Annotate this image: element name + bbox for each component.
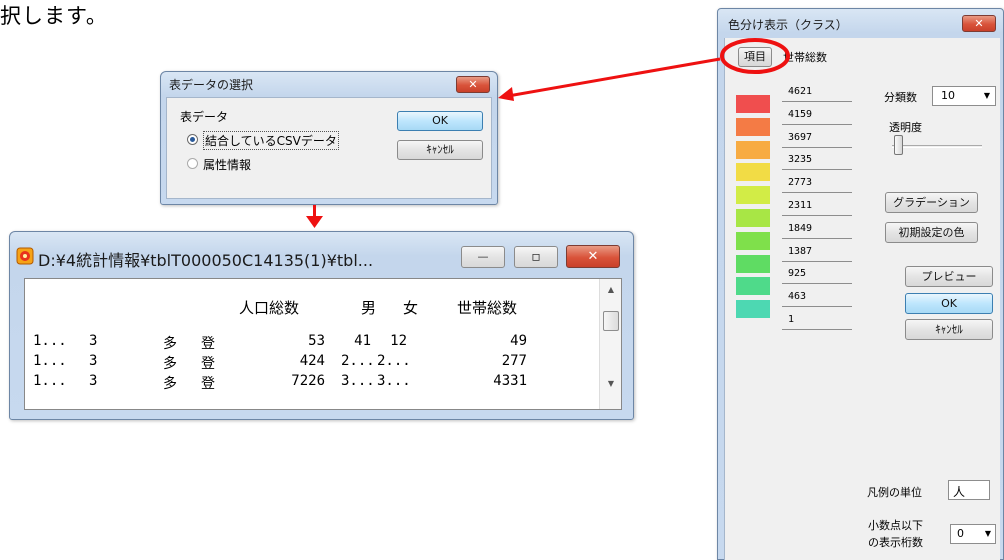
decimals-value: 0 (957, 527, 964, 540)
dialog-title: 表データの選択 (169, 78, 254, 92)
maximize-button[interactable]: ▫ (514, 246, 558, 268)
table-cell: 登 (201, 376, 215, 392)
color-window-title: 色分け表示（クラス） (728, 18, 848, 32)
table-cell: 多 (163, 356, 177, 372)
chevron-down-icon: ▼ (983, 91, 990, 100)
header-male: 男 (361, 299, 377, 317)
table-cell: 3 (89, 333, 98, 349)
color-swatch[interactable] (736, 231, 770, 250)
transparency-slider[interactable] (892, 145, 982, 148)
scroll-up-arrow[interactable]: ▲ (600, 285, 622, 294)
dialog-client: 表データ 結合しているCSVデータ 属性情報 OK ｷｬﾝｾﾙ (166, 97, 492, 199)
radio-csv-data[interactable] (187, 134, 198, 145)
table-cell: 3 (89, 373, 98, 389)
table-client: 人口総数 男 女 世帯総数 1... 3 多 登 53 41 12 49 1..… (24, 278, 622, 410)
radio-attribute[interactable] (187, 158, 198, 169)
table-cell: 7226 (291, 373, 325, 389)
header-households: 世帯総数 (457, 299, 518, 317)
table-select-dialog: 表データの選択 ✕ 表データ 結合しているCSVデータ 属性情報 OK ｷｬﾝｾ… (160, 71, 498, 205)
transparency-slider-thumb[interactable] (894, 135, 903, 155)
class-value[interactable]: 2773 (782, 175, 852, 194)
table-window: D:¥4統計情報¥tblT000050C14135(1)¥tbl... — ▫ … (9, 231, 634, 420)
header-population: 人口総数 (239, 299, 300, 317)
class-value[interactable]: 925 (782, 266, 852, 285)
color-swatch[interactable] (736, 163, 770, 182)
table-cell: 3... (341, 373, 375, 389)
gradation-button[interactable]: グラデーション (885, 192, 978, 213)
table-cell: 2... (341, 353, 375, 369)
cancel-button[interactable]: ｷｬﾝｾﾙ (397, 140, 483, 160)
ok-button[interactable]: OK (397, 111, 483, 131)
legend-unit-label: 凡例の単位 (867, 486, 922, 499)
vertical-scrollbar[interactable]: ▲ ▼ (599, 279, 621, 409)
table-cell: 多 (163, 336, 177, 352)
class-value[interactable]: 4159 (782, 107, 852, 125)
class-count-dropdown[interactable]: 10 ▼ (932, 86, 996, 106)
table-cell: 49 (510, 333, 527, 349)
class-value[interactable]: 1387 (782, 244, 852, 262)
table-cell: 1... (33, 353, 67, 369)
table-cell: 登 (201, 356, 215, 372)
decimals-label-line2: の表示桁数 (868, 536, 923, 549)
class-value[interactable]: 1 (782, 312, 852, 330)
class-value[interactable]: 1849 (782, 221, 852, 239)
header-female: 女 (403, 299, 419, 317)
color-swatch[interactable] (736, 277, 770, 296)
cancel-button[interactable]: ｷｬﾝｾﾙ (905, 319, 993, 340)
color-swatch[interactable] (736, 140, 770, 159)
color-swatch[interactable] (736, 254, 770, 273)
document-text: 択します。 (0, 4, 108, 28)
table-cell: 2... (377, 353, 411, 369)
table-cell: 4331 (493, 373, 527, 389)
close-button[interactable]: ✕ (456, 76, 490, 93)
class-value[interactable]: 4621 (782, 84, 852, 102)
radio-csv-label: 結合しているCSVデータ (203, 131, 339, 150)
table-cell: 1... (33, 333, 67, 349)
color-swatch[interactable] (736, 186, 770, 205)
initial-colors-button[interactable]: 初期設定の色 (885, 222, 978, 243)
transparency-label: 透明度 (889, 121, 922, 134)
table-cell: 53 (308, 333, 325, 349)
close-button[interactable]: ✕ (566, 245, 620, 268)
table-cell: 277 (501, 353, 527, 369)
chevron-down-icon: ▼ (984, 529, 991, 538)
color-swatch[interactable] (736, 300, 770, 319)
highlight-ellipse (720, 38, 790, 74)
scroll-thumb[interactable] (603, 311, 619, 331)
table-window-title: D:¥4統計情報¥tblT000050C14135(1)¥tbl... (38, 251, 374, 270)
color-swatch[interactable] (736, 209, 770, 227)
scroll-down-arrow[interactable]: ▼ (600, 379, 622, 388)
radio-attribute-label: 属性情報 (203, 158, 252, 172)
pointer-arrow (498, 57, 721, 101)
decimals-label-line1: 小数点以下 (868, 519, 923, 532)
table-cell: 41 (354, 333, 371, 349)
table-cell: 1... (33, 373, 67, 389)
class-value[interactable]: 463 (782, 289, 852, 308)
close-button[interactable]: ✕ (962, 15, 996, 32)
table-cell: 登 (201, 336, 215, 352)
table-cell: 3 (89, 353, 98, 369)
down-arrow-head (306, 216, 323, 228)
class-count-value: 10 (941, 89, 955, 102)
table-cell: 3... (377, 373, 411, 389)
preview-button[interactable]: プレビュー (905, 266, 993, 287)
ok-button[interactable]: OK (905, 293, 993, 314)
group-label: 表データ (180, 110, 229, 124)
table-cell: 424 (299, 353, 325, 369)
legend-unit-input[interactable]: 人 (948, 480, 990, 500)
color-swatch[interactable] (736, 95, 770, 113)
color-swatch[interactable] (736, 117, 770, 136)
class-value[interactable]: 3235 (782, 152, 852, 171)
class-value[interactable]: 3697 (782, 130, 852, 148)
app-icon (16, 247, 34, 265)
table-cell: 12 (390, 333, 407, 349)
class-count-label: 分類数 (884, 91, 917, 104)
class-value[interactable]: 2311 (782, 198, 852, 216)
legend-unit-value: 人 (953, 485, 966, 499)
minimize-button[interactable]: — (461, 246, 505, 268)
table-cell: 多 (163, 376, 177, 392)
decimals-dropdown[interactable]: 0 ▼ (950, 524, 996, 544)
